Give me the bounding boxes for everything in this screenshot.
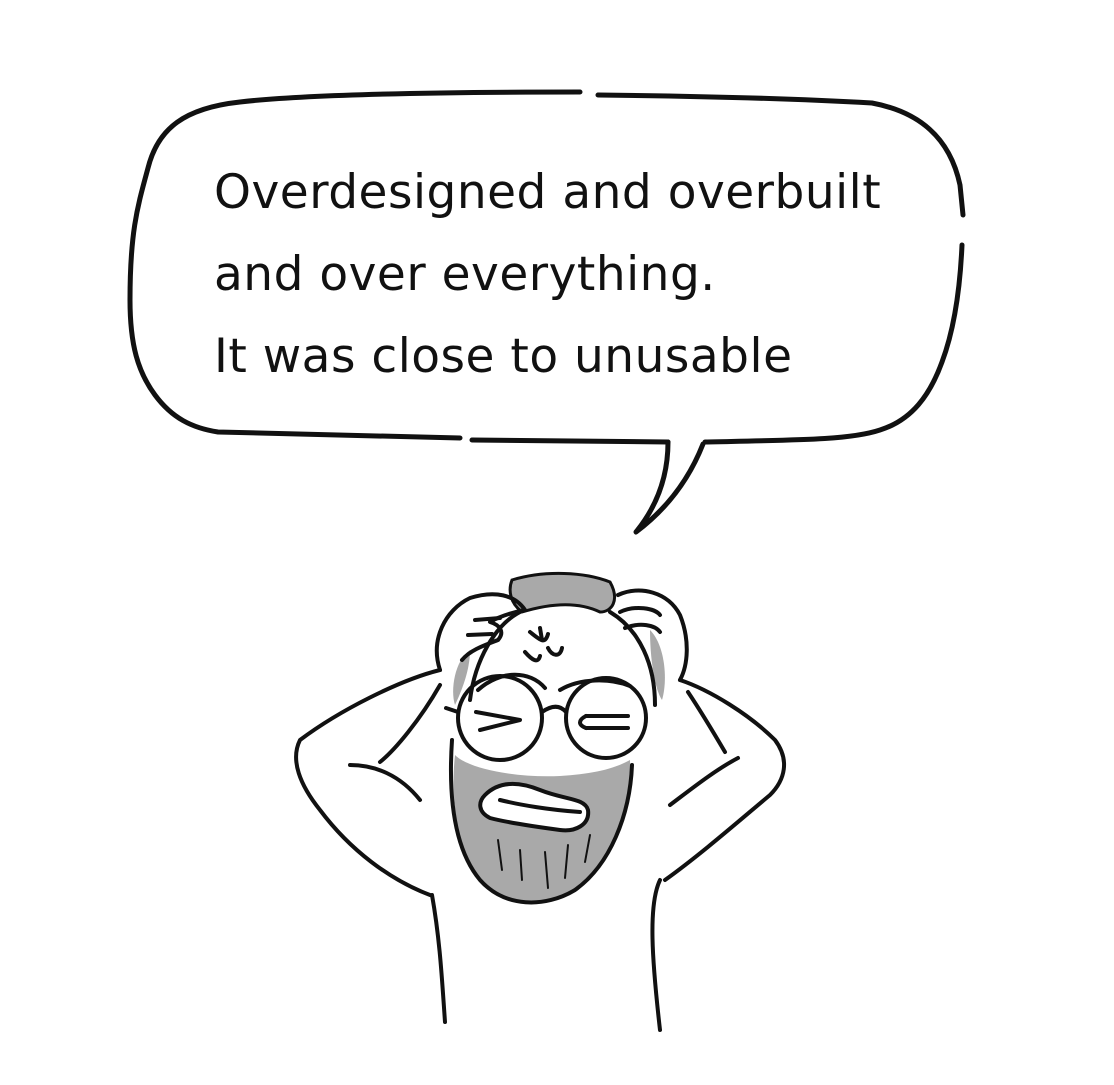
- speech-line-2: and over everything.: [214, 247, 716, 302]
- frustrated-man: [294, 571, 787, 1032]
- hair-shape: [508, 571, 616, 614]
- speech-line-1: Overdesigned and overbuilt: [214, 165, 882, 220]
- speech-text: Overdesigned and overbuilt and over ever…: [214, 152, 934, 398]
- cartoon-scene: Overdesigned and overbuilt and over ever…: [0, 0, 1114, 1080]
- speech-line-3: It was close to unusable: [214, 329, 793, 384]
